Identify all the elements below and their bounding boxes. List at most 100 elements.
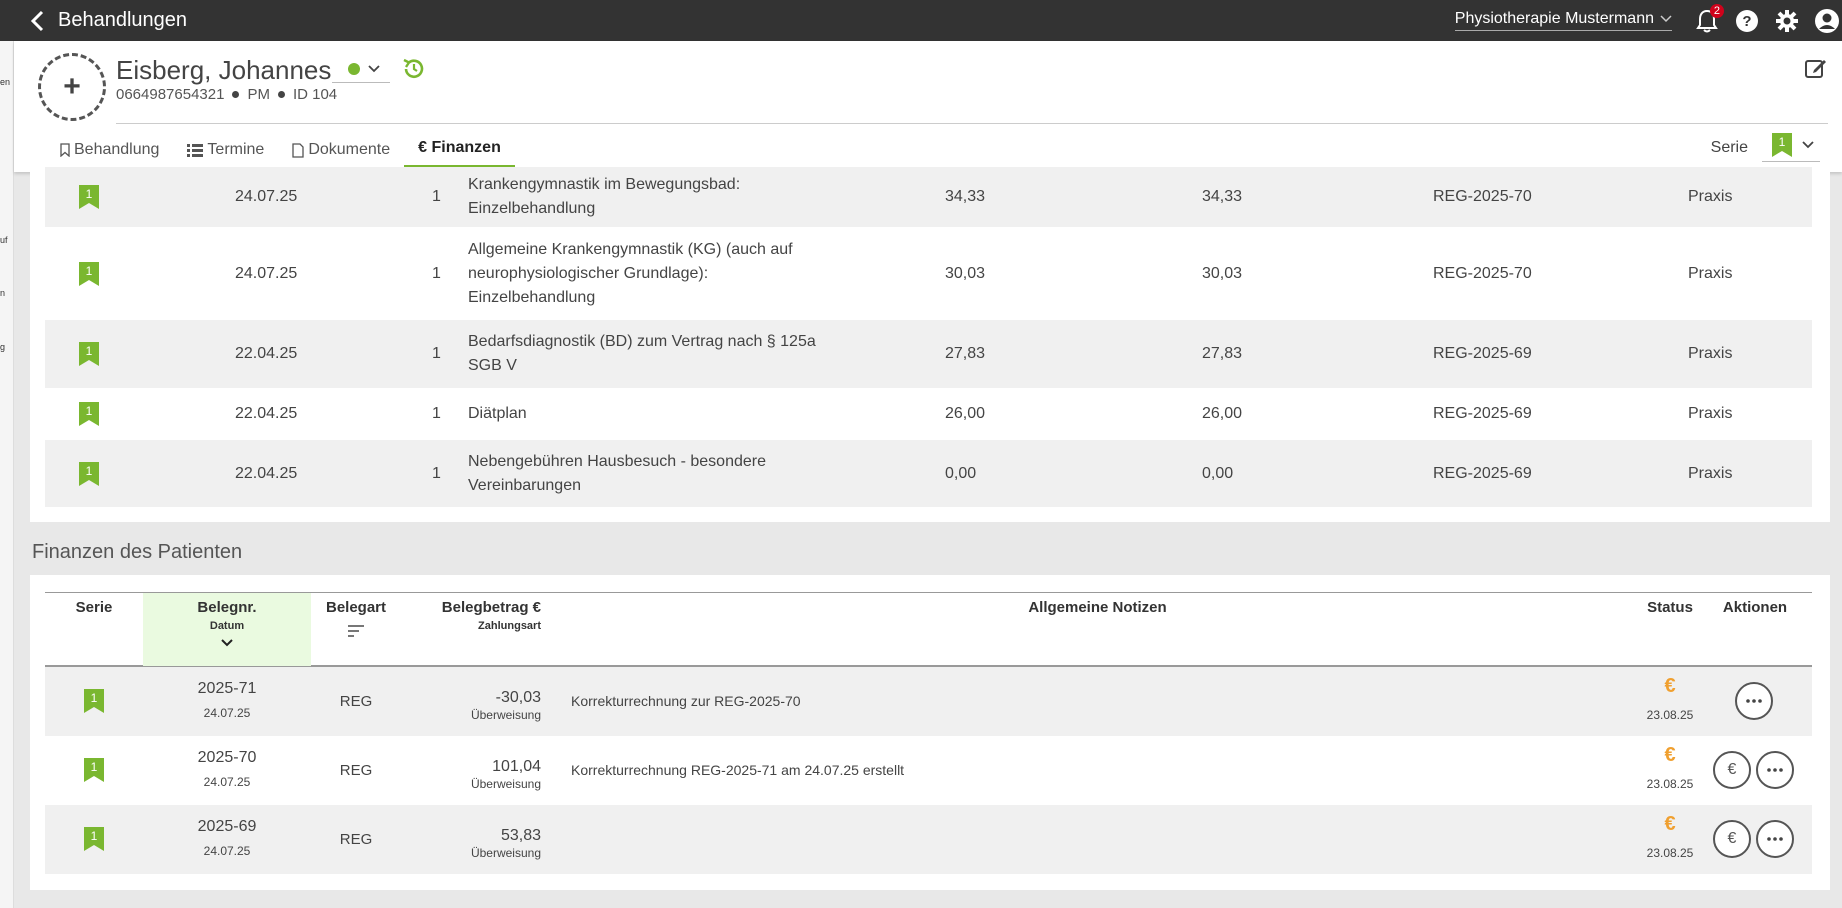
- treatment-serie[interactable]: 1: [79, 185, 99, 214]
- treatment-price: 26,00: [945, 405, 986, 422]
- finance-payment-type: Überweisung: [470, 777, 541, 791]
- treatment-quantity: 1: [432, 345, 441, 362]
- gear-icon[interactable]: [1774, 8, 1800, 34]
- serie-dropdown[interactable]: 1: [1762, 133, 1820, 162]
- bookmark-icon: [60, 143, 70, 157]
- treatment-description-line: Einzelbehandlung: [468, 288, 596, 306]
- more-actions-button[interactable]: [1735, 682, 1773, 720]
- finance-belegnr[interactable]: 2025-69: [143, 818, 311, 836]
- finance-row[interactable]: 1 2025-69 24.07.25 REG 53,83 Überweisung €23.0…: [45, 805, 1812, 874]
- treatment-invoice[interactable]: REG-2025-69: [1433, 405, 1532, 423]
- patient-meta: 0664987654321 PM ID 104: [116, 86, 337, 103]
- header-divider: [116, 123, 1828, 124]
- treatment-total: 34,33: [1202, 188, 1243, 205]
- treatment-date: 22.04.25: [235, 345, 298, 362]
- svg-text:1: 1: [86, 404, 93, 418]
- help-icon[interactable]: ?: [1734, 8, 1760, 34]
- user-account-icon[interactable]: [1814, 8, 1840, 34]
- strip-text: en: [0, 77, 11, 87]
- serie-bookmark-icon: 1: [79, 461, 99, 486]
- treatment-row[interactable]: 1 22.04.25 1 Nebengebühren Hausbesuch - bes…: [45, 440, 1812, 507]
- treatment-serie[interactable]: 1: [79, 402, 99, 431]
- finance-note: Korrekturrechnung zur REG-2025-70: [571, 693, 801, 709]
- edit-icon[interactable]: [1804, 57, 1828, 84]
- history-icon[interactable]: [402, 57, 426, 86]
- finance-amount: 53,83: [500, 827, 541, 844]
- header-notizen: Allgemeine Notizen: [1028, 599, 1167, 616]
- serie-selector: Serie 1: [1711, 133, 1820, 162]
- header-belegart[interactable]: Belegart: [311, 599, 401, 638]
- add-photo-avatar[interactable]: +: [38, 53, 106, 121]
- treatment-serie[interactable]: 1: [79, 261, 99, 291]
- finance-serie[interactable]: 1: [84, 689, 104, 718]
- finance-belegart: REG: [339, 693, 373, 710]
- payment-button[interactable]: €: [1713, 820, 1751, 858]
- treatment-total: 30,03: [1202, 264, 1243, 282]
- section-title-finances: Finanzen des Patienten: [32, 541, 243, 563]
- patient-status-dropdown[interactable]: [332, 55, 390, 83]
- tab-dokumente[interactable]: Dokumente: [278, 131, 404, 169]
- treatment-row[interactable]: 1 22.04.25 1 Bedarfsdiagnostik (BD) zum Ver…: [45, 320, 1812, 388]
- finance-payment-type: Überweisung: [470, 846, 541, 860]
- svg-text:1: 1: [1779, 135, 1786, 149]
- finance-serie[interactable]: 1: [84, 827, 104, 856]
- treatment-serie[interactable]: 1: [79, 461, 99, 491]
- treatment-description-line: Allgemeine Krankengymnastik (KG) (auch a…: [468, 240, 793, 258]
- tab-finanzen[interactable]: € Finanzen: [404, 131, 515, 169]
- treatment-location: Praxis: [1688, 405, 1733, 422]
- status-euro-icon: €: [1664, 675, 1676, 697]
- header-betrag[interactable]: Belegbetrag € Zahlungsart: [401, 599, 541, 632]
- treatment-date: 24.07.25: [235, 264, 298, 282]
- status-euro-icon: €: [1664, 813, 1676, 835]
- treatment-row[interactable]: 1 22.04.25 1 Diätplan 26,00 26,00 REG-2025-69 P…: [45, 388, 1812, 440]
- svg-text:1: 1: [91, 691, 98, 705]
- treatment-date: 22.04.25: [235, 464, 298, 482]
- svg-text:1: 1: [91, 760, 98, 774]
- serie-bookmark-icon: 1: [79, 261, 99, 286]
- finance-serie[interactable]: 1: [84, 758, 104, 787]
- header-serie[interactable]: Serie: [45, 599, 143, 616]
- tab-label: € Finanzen: [418, 139, 501, 156]
- ellipsis-icon: [1746, 699, 1762, 703]
- treatment-invoice[interactable]: REG-2025-69: [1433, 345, 1532, 363]
- tab-termine[interactable]: Termine: [173, 131, 278, 169]
- back-arrow-icon[interactable]: [26, 10, 48, 32]
- finance-belegnr[interactable]: 2025-71: [143, 680, 311, 698]
- treatment-serie[interactable]: 1: [79, 342, 99, 371]
- serie-bookmark-icon: 1: [84, 758, 104, 782]
- treatment-row[interactable]: 1 24.07.25 1 Krankengymnastik im Bewegungsb…: [45, 167, 1812, 227]
- more-actions-button[interactable]: [1756, 751, 1794, 789]
- treatment-invoice[interactable]: REG-2025-70: [1433, 188, 1532, 206]
- payment-button[interactable]: €: [1713, 751, 1751, 789]
- treatment-description: Bedarfsdiagnostik (BD) zum Vertrag nach …: [468, 330, 816, 378]
- header-belegnr[interactable]: Belegnr. Datum: [143, 599, 311, 652]
- svg-text:1: 1: [91, 829, 98, 843]
- finance-row[interactable]: 1 2025-71 24.07.25 REG -30,03 Überweisung Korr…: [45, 667, 1812, 736]
- svg-text:1: 1: [86, 264, 93, 278]
- finance-belegnr[interactable]: 2025-70: [143, 749, 311, 767]
- chevron-down-icon: [1660, 15, 1672, 23]
- treatment-price: 30,03: [945, 264, 986, 282]
- serie-bookmark-icon: 1: [79, 185, 99, 209]
- treatment-price: 27,83: [945, 345, 986, 362]
- treatment-invoice[interactable]: REG-2025-69: [1433, 465, 1532, 483]
- bell-icon[interactable]: 2: [1694, 3, 1724, 34]
- status-dot-icon: [348, 62, 360, 75]
- finance-row[interactable]: 1 2025-70 24.07.25 REG 101,04 Überweisung Korr…: [45, 736, 1812, 805]
- treatment-description-line: Bedarfsdiagnostik (BD) zum Vertrag nach …: [468, 333, 816, 350]
- tab-behandlung[interactable]: Behandlung: [46, 131, 173, 169]
- svg-text:1: 1: [86, 344, 93, 358]
- treatment-description: Allgemeine Krankengymnastik (KG) (auch a…: [468, 238, 793, 310]
- filter-icon[interactable]: [347, 624, 365, 638]
- finance-belegart: REG: [339, 831, 373, 848]
- patient-initials: PM: [247, 86, 270, 103]
- finance-payment-type: Überweisung: [470, 708, 541, 722]
- finance-status-date: 23.08.25: [1646, 777, 1694, 791]
- svg-text:1: 1: [86, 187, 93, 201]
- treatment-invoice[interactable]: REG-2025-70: [1433, 265, 1532, 283]
- practice-selector[interactable]: Physiotherapie Mustermann: [1454, 10, 1672, 31]
- treatment-price: 0,00: [945, 464, 977, 482]
- more-actions-button[interactable]: [1756, 820, 1794, 858]
- strip-text: uf: [0, 235, 8, 245]
- treatment-row[interactable]: 1 24.07.25 1 Allgemeine Krankengymnastik (K…: [45, 227, 1812, 320]
